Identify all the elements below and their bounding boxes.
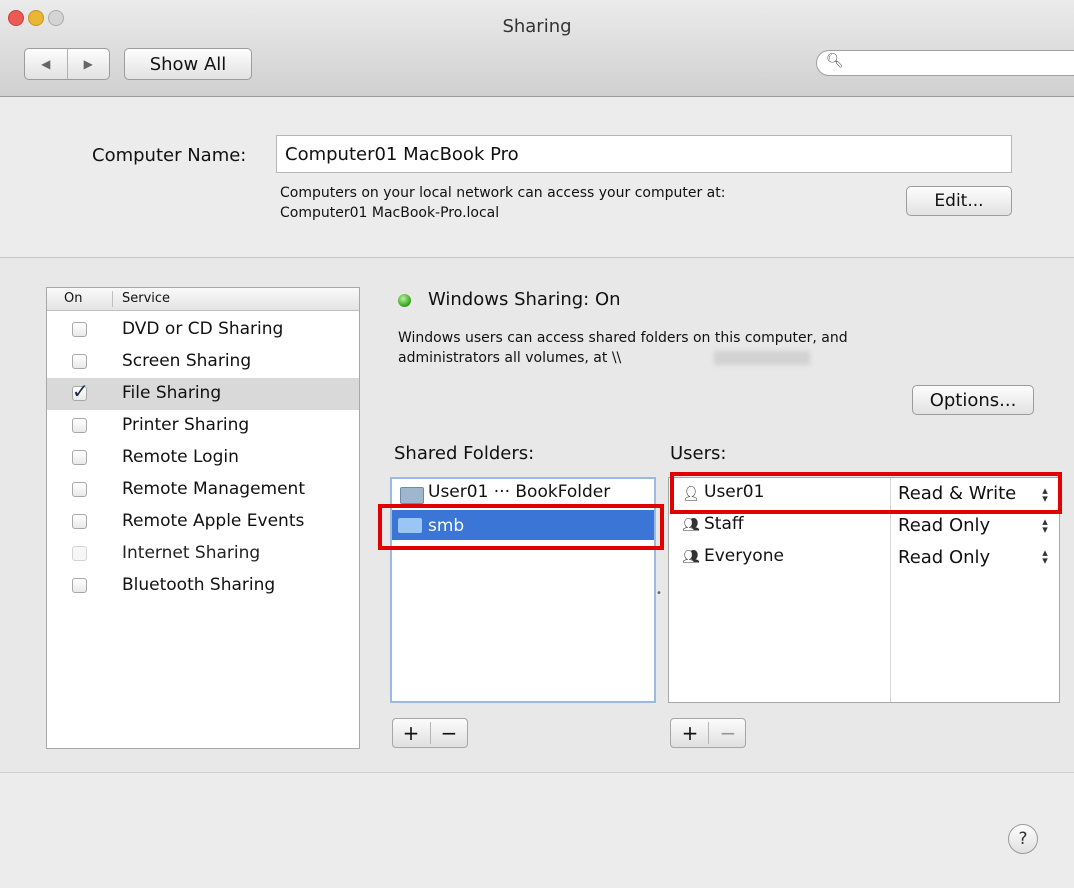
- shared-folders-label: Shared Folders:: [394, 443, 535, 464]
- checkbox-remote-login[interactable]: [72, 450, 87, 465]
- user-permission-popup[interactable]: Read Only: [898, 547, 990, 568]
- checkbox-screen-sharing[interactable]: [72, 354, 87, 369]
- computer-name-section: [0, 97, 1074, 258]
- search-input[interactable]: [816, 50, 1074, 76]
- column-header-on[interactable]: On: [64, 291, 82, 306]
- checkmark-icon: ✓: [72, 379, 89, 403]
- computer-name-field[interactable]: Computer01 MacBook Pro: [276, 135, 1012, 173]
- network-address-description: Computers on your local network can acce…: [280, 185, 726, 201]
- checkbox-printer-sharing[interactable]: [72, 418, 87, 433]
- add-user-button[interactable]: +: [672, 720, 708, 746]
- column-divider: [112, 291, 113, 307]
- user-name[interactable]: Staff: [704, 514, 744, 534]
- service-label: Remote Login: [122, 447, 239, 467]
- show-all-button[interactable]: Show All: [124, 48, 252, 80]
- everyone-group-icon: 👥︎: [682, 549, 700, 565]
- user-permission-popup[interactable]: Read Only: [898, 515, 990, 536]
- highlight-box-smb: [378, 504, 664, 550]
- shared-folder-name: User01 ··· BookFolder: [428, 482, 611, 502]
- help-button[interactable]: ?: [1008, 824, 1038, 854]
- sharing-status-description: Windows users can access shared folders …: [398, 330, 848, 346]
- sharing-status-title: Windows Sharing: On: [428, 289, 621, 310]
- checkbox-bluetooth-sharing[interactable]: [72, 578, 87, 593]
- service-label: Internet Sharing: [122, 543, 261, 563]
- add-folder-button[interactable]: +: [392, 720, 430, 746]
- users-label: Users:: [670, 443, 727, 464]
- service-list-header: [47, 288, 359, 311]
- network-address: Computer01 MacBook-Pro.local: [280, 205, 500, 221]
- user-name[interactable]: Everyone: [704, 546, 784, 566]
- back-forward-control[interactable]: ◀ ▶: [24, 48, 110, 80]
- computer-name-label: Computer Name:: [92, 145, 247, 166]
- resize-handle-icon[interactable]: •: [656, 588, 662, 599]
- service-label: DVD or CD Sharing: [122, 319, 284, 339]
- checkbox-remote-management[interactable]: [72, 482, 87, 497]
- sharing-status-address: administrators all volumes, at \\: [398, 350, 622, 366]
- column-header-service[interactable]: Service: [122, 291, 170, 306]
- segment-divider: [708, 722, 709, 744]
- service-label: Remote Apple Events: [122, 511, 305, 531]
- up-down-arrows-icon[interactable]: ▴ ▾: [1040, 516, 1050, 535]
- checkbox-internet-sharing: [72, 546, 87, 561]
- highlight-box-user01: [670, 472, 1062, 514]
- magnifier-icon: 🔍︎: [826, 53, 844, 69]
- checkbox-dvd-cd-sharing[interactable]: [72, 322, 87, 337]
- folder-icon: [400, 487, 424, 504]
- remove-folder-button[interactable]: −: [431, 720, 467, 746]
- options-button[interactable]: Options...: [912, 385, 1034, 415]
- edit-button[interactable]: Edit...: [906, 186, 1012, 216]
- service-label: Printer Sharing: [122, 415, 250, 435]
- window-title: Sharing: [502, 16, 572, 37]
- checkbox-remote-apple-events[interactable]: [72, 514, 87, 529]
- redacted-address: [714, 351, 810, 365]
- up-down-arrows-icon[interactable]: ▴ ▾: [1040, 547, 1050, 566]
- back-arrow-icon[interactable]: ◀: [25, 49, 67, 79]
- status-on-indicator-icon: [398, 294, 411, 307]
- service-label: Bluetooth Sharing: [122, 575, 276, 595]
- service-label: Screen Sharing: [122, 351, 252, 371]
- footer-section: [0, 772, 1074, 888]
- group-icon: 👥︎: [682, 517, 700, 533]
- service-label: File Sharing: [122, 383, 222, 403]
- remove-user-button[interactable]: −: [710, 720, 746, 746]
- forward-arrow-icon[interactable]: ▶: [66, 49, 110, 79]
- service-label: Remote Management: [122, 479, 305, 499]
